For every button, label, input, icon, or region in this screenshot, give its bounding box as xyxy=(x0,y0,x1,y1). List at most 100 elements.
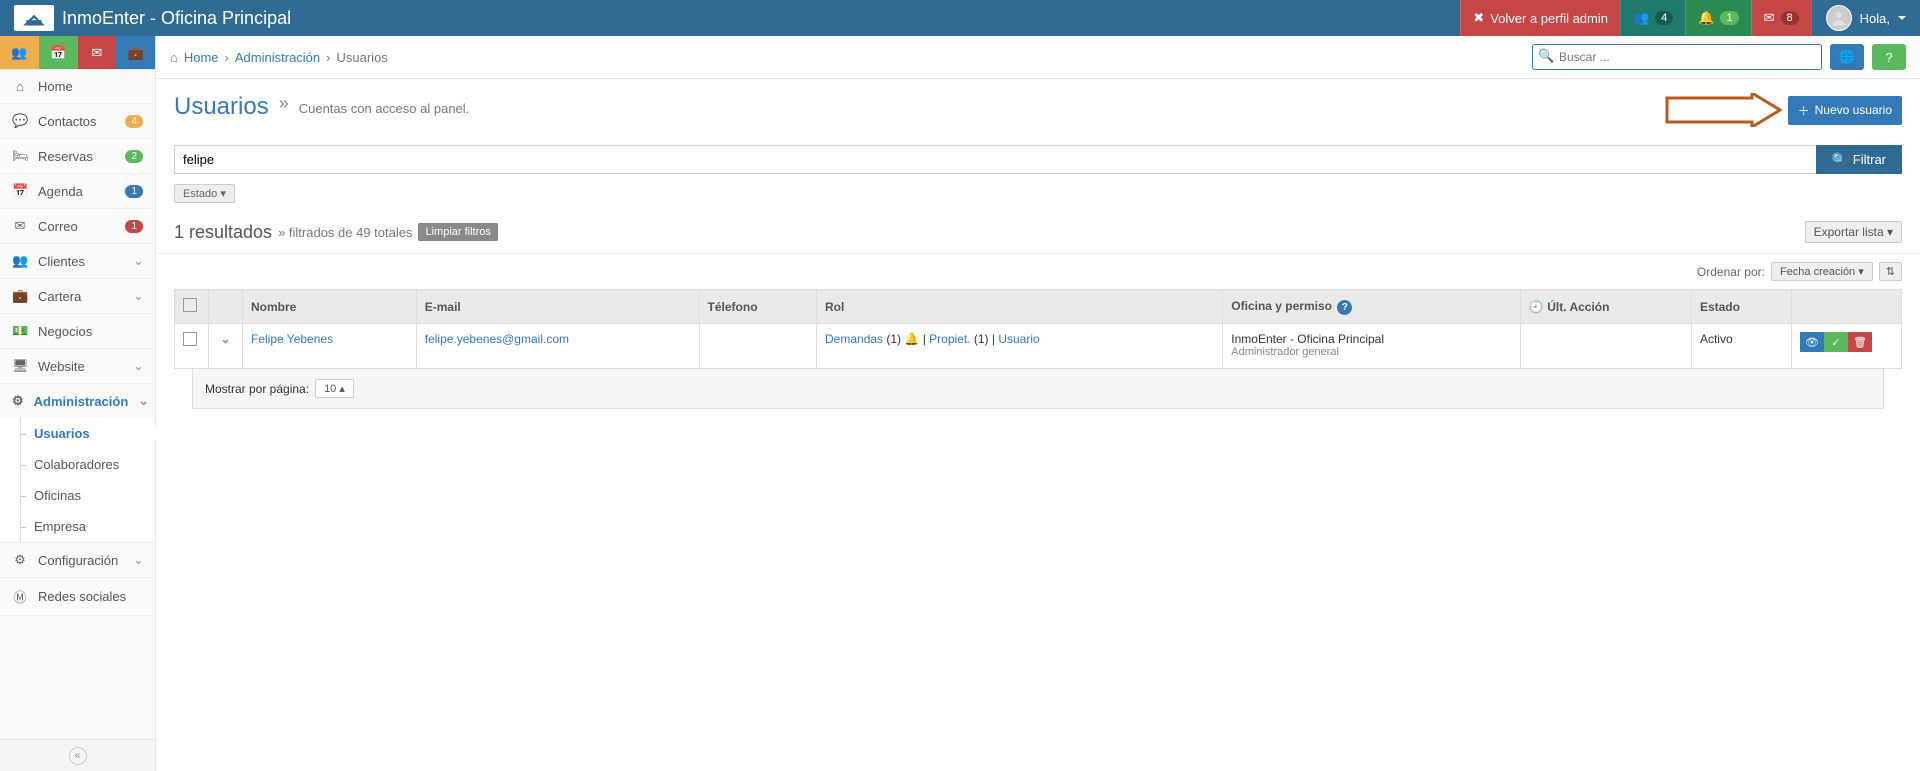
page-size-select[interactable]: 10 ▴ xyxy=(315,379,354,398)
home-icon: ⌂ xyxy=(170,50,178,65)
col-office[interactable]: Oficina y permiso ? xyxy=(1223,290,1521,324)
sidebar-subitem-oficinas[interactable]: Oficinas xyxy=(0,480,155,511)
sidetool-briefcase[interactable]: 💼 xyxy=(116,36,155,69)
sidebar-collapse-toggle[interactable]: « xyxy=(0,739,155,771)
sidebar-item-website[interactable]: 🖥Website⌄ xyxy=(0,349,155,383)
sidetool-calendar[interactable]: 📅 xyxy=(39,36,78,69)
topbar-people-button[interactable]: 👥 4 xyxy=(1620,0,1685,36)
chevron-down-icon: ⌄ xyxy=(133,288,143,304)
chevron-down-icon: ⌄ xyxy=(133,552,143,568)
view-button[interactable]: 👁 xyxy=(1800,332,1824,352)
chevron-down-icon: ⌄ xyxy=(133,358,143,374)
sidebar-item-reservas[interactable]: 🛏Reservas2 xyxy=(0,139,155,173)
sidebar-item-label: Clientes xyxy=(38,254,123,269)
sidebar-item-label: Contactos xyxy=(38,114,115,129)
clear-filters-button[interactable]: Limpiar filtros xyxy=(418,223,497,241)
propiet-link[interactable]: Propiet. xyxy=(929,332,970,346)
sidebar-item-correo[interactable]: ✉Correo1 xyxy=(0,209,155,243)
search-icon: 🔍 xyxy=(1832,152,1848,168)
estado-filter-chip[interactable]: Estado ▾ xyxy=(174,184,235,203)
cog-icon: ⚙ xyxy=(12,552,28,568)
annotation-arrow xyxy=(1662,93,1782,127)
sidebar-item-cartera[interactable]: 💼Cartera⌄ xyxy=(0,279,155,313)
results-subtext: » filtrados de 49 totales xyxy=(278,225,412,240)
row-checkbox[interactable] xyxy=(183,332,197,346)
sidebar-badge: 4 xyxy=(125,115,143,128)
grp-icon: 👥 xyxy=(12,253,28,269)
last-action xyxy=(1520,324,1691,369)
demandas-link[interactable]: Demandas xyxy=(825,332,883,346)
briefcase-icon: 💼 xyxy=(128,45,144,61)
breadcrumb-admin[interactable]: Administración xyxy=(235,50,320,65)
chat-icon: 💬 xyxy=(12,113,28,129)
topbar-notifications-button[interactable]: 🔔 1 xyxy=(1685,0,1750,36)
eye-icon: 👁 xyxy=(1805,336,1819,349)
sidebar-item-clientes[interactable]: 👥Clientes⌄ xyxy=(0,244,155,278)
caret-down-icon xyxy=(1898,16,1906,24)
delete-button[interactable]: 🗑 xyxy=(1848,332,1872,352)
user-rol: Demandas (1) 🔔 | Propiet. (1) | Usuario xyxy=(817,324,1223,369)
approve-button[interactable]: ✓ xyxy=(1824,332,1848,352)
profile-menu[interactable]: Hola, xyxy=(1811,0,1920,36)
greeting-text: Hola, xyxy=(1860,11,1890,26)
office-role: Administrador general xyxy=(1231,346,1512,358)
sort-dropdown[interactable]: Fecha creación ▾ xyxy=(1771,262,1873,281)
breadcrumb-home[interactable]: Home xyxy=(184,50,219,65)
help-circle-icon[interactable]: ? xyxy=(1337,300,1352,315)
envelope-icon: ✉ xyxy=(91,45,102,61)
app-logo[interactable] xyxy=(14,5,54,31)
sidebar-subitem-usuarios[interactable]: Usuarios xyxy=(0,418,155,449)
bell-icon: 🔔 xyxy=(1698,10,1714,26)
filter-button[interactable]: 🔍 Filtrar xyxy=(1816,145,1902,174)
expand-row-icon[interactable]: ⌄ xyxy=(220,332,230,346)
sidebar-badge: 2 xyxy=(125,150,143,163)
breadcrumb: ⌂ Home › Administración › Usuarios xyxy=(170,50,1524,65)
col-state[interactable]: Estado xyxy=(1691,290,1791,324)
topbar-mail-button[interactable]: ✉ 8 xyxy=(1751,0,1811,36)
export-list-button[interactable]: Exportar lista ▾ xyxy=(1805,221,1902,243)
sidebar-item-agenda[interactable]: 📅Agenda1 xyxy=(0,174,155,208)
user-name-link[interactable]: Felipe Yebenes xyxy=(251,332,333,346)
sidebar-item-redes-sociales[interactable]: ⓂRedes sociales xyxy=(0,578,155,615)
sidebar-subitem-colaboradores[interactable]: Colaboradores xyxy=(0,449,155,480)
env-icon: ✉ xyxy=(12,218,28,234)
results-count: 1 resultados xyxy=(174,222,272,243)
usuario-link[interactable]: Usuario xyxy=(998,332,1039,346)
case-icon: 💼 xyxy=(12,288,28,304)
pager-label: Mostrar por página: xyxy=(205,382,309,396)
sidebar-item-label: Negocios xyxy=(38,324,143,339)
home-icon: ⌂ xyxy=(12,79,28,94)
chevron-down-icon: ⌄ xyxy=(138,393,148,409)
sidebar-item-configuraci-n[interactable]: ⚙Configuración⌄ xyxy=(0,543,155,577)
col-phone[interactable]: Télefono xyxy=(699,290,816,324)
close-icon: ✖ xyxy=(1473,10,1484,26)
col-rol[interactable]: Rol xyxy=(817,290,1223,324)
col-name[interactable]: Nombre xyxy=(243,290,417,324)
help-button[interactable]: ? xyxy=(1872,44,1906,70)
envelope-icon: ✉ xyxy=(1764,10,1775,26)
user-email-link[interactable]: felipe.yebenes@gmail.com xyxy=(425,332,569,346)
globe-button[interactable]: 🌐 xyxy=(1830,44,1864,70)
select-all-checkbox[interactable] xyxy=(183,298,197,312)
sidebar-item-administraci-n[interactable]: ⚙Administración⌄ xyxy=(0,384,155,418)
sort-direction-button[interactable]: ⇅ xyxy=(1879,262,1902,281)
sidebar-item-home[interactable]: ⌂Home xyxy=(0,70,155,103)
filter-input[interactable] xyxy=(174,145,1816,174)
sidebar-subitem-empresa[interactable]: Empresa xyxy=(0,511,155,542)
global-search-input[interactable] xyxy=(1532,44,1822,70)
chevron-left-icon: « xyxy=(69,747,87,765)
sidebar-item-negocios[interactable]: 💵Negocios xyxy=(0,314,155,348)
people-icon: 👥 xyxy=(1633,10,1649,26)
sidetool-mail[interactable]: ✉ xyxy=(78,36,117,69)
user-state: Activo xyxy=(1691,324,1791,369)
sidetool-people[interactable]: 👥 xyxy=(0,36,39,69)
back-to-admin-button[interactable]: ✖ Volver a perfil admin xyxy=(1460,0,1620,36)
col-email[interactable]: E-mail xyxy=(416,290,699,324)
sidebar-item-contactos[interactable]: 💬 Contactos 4 xyxy=(0,104,155,138)
cal-icon: 📅 xyxy=(12,183,28,199)
col-last[interactable]: 🕘 Últ. Acción xyxy=(1520,290,1691,324)
new-user-button[interactable]: ＋ Nuevo usuario xyxy=(1788,96,1902,125)
sidebar-item-label: Reservas xyxy=(38,149,115,164)
globe-icon: 🌐 xyxy=(1839,49,1855,65)
question-icon: ? xyxy=(1885,50,1892,65)
